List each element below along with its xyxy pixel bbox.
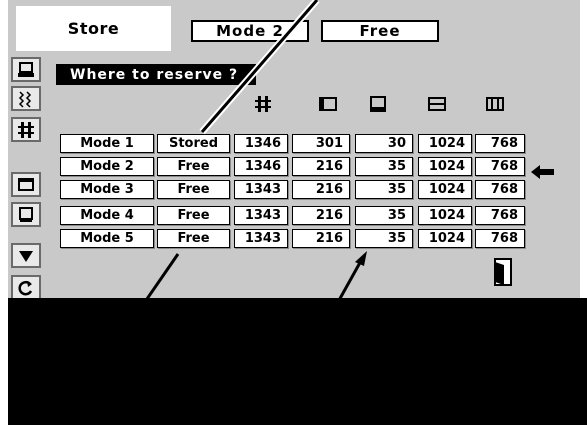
fine-sync-icon[interactable] <box>11 86 41 111</box>
display-area-icon[interactable] <box>11 202 41 227</box>
display-area-h-cell: 1024 <box>418 180 472 199</box>
vertical-position-cell: 35 <box>355 229 413 248</box>
vertical-position-cell: 30 <box>355 134 413 153</box>
mode-name-cell: Mode 5 <box>60 229 154 248</box>
display-area-h-icon <box>427 94 447 114</box>
horizontal-position-cell: 216 <box>292 206 350 225</box>
status-cell: Free <box>157 229 230 248</box>
position-icon[interactable] <box>11 172 41 197</box>
vertical-position-icon <box>368 94 388 114</box>
display-area-v-cell: 768 <box>475 134 525 153</box>
horizontal-position-cell: 216 <box>292 157 350 176</box>
total-dots-icon <box>253 94 273 114</box>
panel-title: Where to reserve ? <box>56 64 256 85</box>
vertical-position-cell: 35 <box>355 180 413 199</box>
display-area-h-cell: 1024 <box>418 157 472 176</box>
left-arrow-icon <box>531 164 555 180</box>
display-area-v-cell: 768 <box>475 157 525 176</box>
display-area-h-cell: 1024 <box>418 206 472 225</box>
total-dots-cell: 1343 <box>234 180 288 199</box>
pc-adjust-icon[interactable] <box>11 57 41 82</box>
display-area-v-cell: 768 <box>475 180 525 199</box>
down-arrow-icon[interactable] <box>11 243 41 268</box>
vertical-position-cell: 35 <box>355 206 413 225</box>
status-cell: Stored <box>157 134 230 153</box>
mode-name-cell: Mode 1 <box>60 134 154 153</box>
display-area-v-cell: 768 <box>475 229 525 248</box>
exit-door-icon[interactable] <box>491 258 513 286</box>
free-tab[interactable]: Free <box>321 20 439 42</box>
status-cell: Free <box>157 180 230 199</box>
horizontal-position-cell: 301 <box>292 134 350 153</box>
reset-icon[interactable] <box>11 275 41 300</box>
display-area-h-cell: 1024 <box>418 134 472 153</box>
tabs-bar: Store Mode 2 Free <box>8 0 446 53</box>
horizontal-position-cell: 216 <box>292 180 350 199</box>
total-dots-cell: 1346 <box>234 157 288 176</box>
mode-tab[interactable]: Mode 2 <box>191 20 309 42</box>
mode-name-cell: Mode 3 <box>60 180 154 199</box>
status-cell: Free <box>157 157 230 176</box>
display-area-v-icon <box>485 94 505 114</box>
total-dots-cell: 1343 <box>234 206 288 225</box>
mode-name-cell: Mode 2 <box>60 157 154 176</box>
status-cell: Free <box>157 206 230 225</box>
total-dots-cell: 1346 <box>234 134 288 153</box>
vertical-position-cell: 35 <box>355 157 413 176</box>
store-tab[interactable]: Store <box>16 6 171 51</box>
screen: Store Mode 2 Free Where to reserve ? Mod… <box>0 0 587 425</box>
total-dots-icon[interactable] <box>11 117 41 142</box>
display-area-v-cell: 768 <box>475 206 525 225</box>
horizontal-position-cell: 216 <box>292 229 350 248</box>
display-area-h-cell: 1024 <box>418 229 472 248</box>
mode-name-cell: Mode 4 <box>60 206 154 225</box>
horizontal-position-icon <box>318 94 338 114</box>
total-dots-cell: 1343 <box>234 229 288 248</box>
black-overlay <box>8 298 587 425</box>
